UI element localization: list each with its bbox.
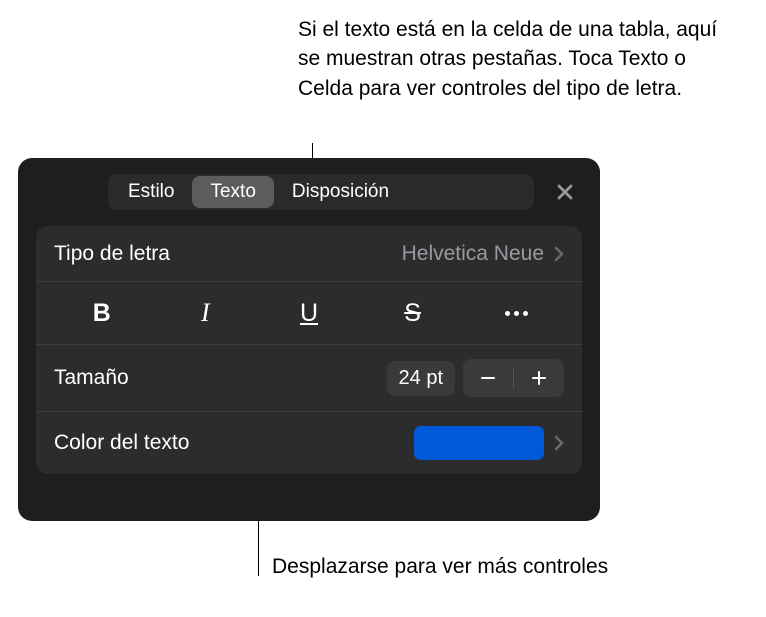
italic-button[interactable]: I [175,292,235,334]
chevron-right-icon [554,246,564,262]
close-icon [555,182,575,202]
size-label: Tamaño [54,366,129,390]
bold-button[interactable]: B [72,292,132,334]
text-color-label: Color del texto [54,431,189,455]
more-options-button[interactable] [486,292,546,334]
callout-line-bottom [258,521,259,576]
font-row[interactable]: Tipo de letra Helvetica Neue [36,226,582,282]
controls-card: Tipo de letra Helvetica Neue B I U S Tam… [36,226,582,474]
ellipsis-icon [505,311,528,316]
size-decrease-button[interactable] [463,359,513,397]
size-value-field[interactable]: 24 pt [387,361,455,396]
plus-icon [530,369,548,387]
style-buttons-row: B I U S [36,282,582,345]
annotation-top-text: Si el texto está en la celda de una tabl… [298,15,740,103]
size-row: Tamaño 24 pt [36,345,582,412]
minus-icon [479,369,497,387]
close-button[interactable] [548,175,582,209]
size-increase-button[interactable] [514,359,564,397]
size-stepper [463,359,564,397]
strikethrough-button[interactable]: S [383,292,443,334]
chevron-right-icon [554,435,564,451]
font-label: Tipo de letra [54,242,170,266]
text-color-swatch[interactable] [414,426,544,460]
font-value: Helvetica Neue [402,242,544,266]
tab-bar: Estilo Texto Disposición [36,174,582,210]
tab-layout[interactable]: Disposición [274,176,407,208]
tab-style[interactable]: Estilo [110,176,192,208]
tab-group: Estilo Texto Disposición [108,174,534,210]
format-panel: Estilo Texto Disposición Tipo de letra H… [18,158,600,521]
font-value-wrap: Helvetica Neue [402,242,564,266]
underline-button[interactable]: U [279,292,339,334]
annotation-bottom-text: Desplazarse para ver más controles [272,555,608,579]
tab-text[interactable]: Texto [192,176,273,208]
text-color-row[interactable]: Color del texto [36,412,582,474]
